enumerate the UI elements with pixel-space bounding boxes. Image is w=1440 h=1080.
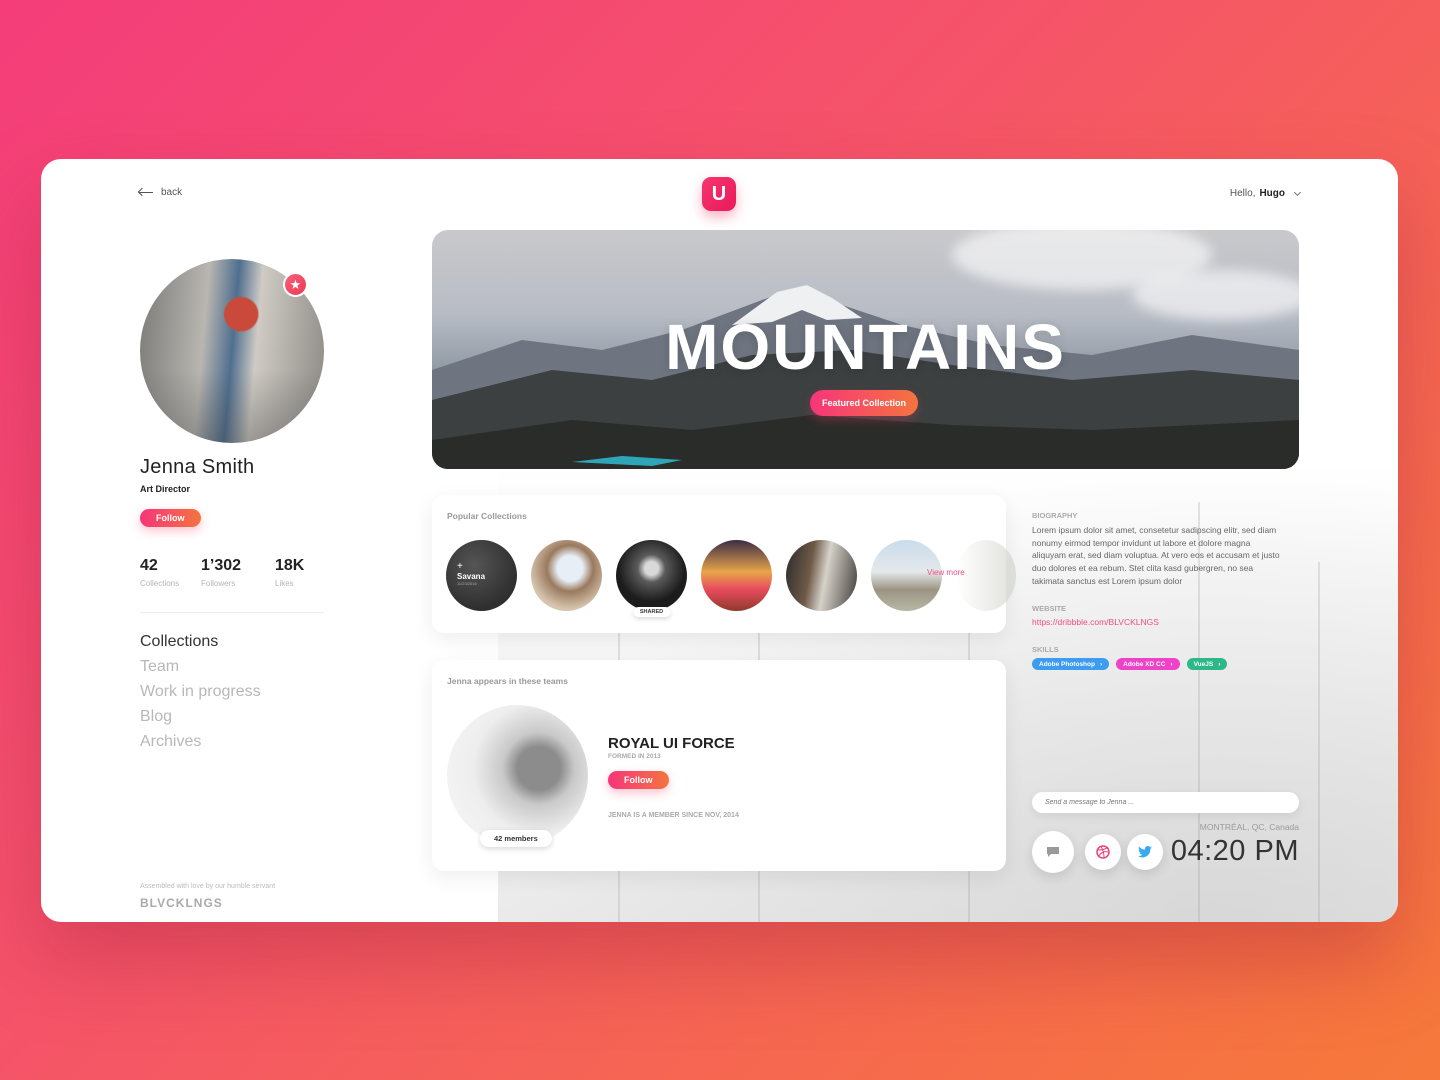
members-badge: 42 members [480,830,552,847]
collection-thumb[interactable]: SHARED [616,540,687,617]
twitter-icon [1138,846,1152,858]
card-title: Popular Collections [447,511,527,521]
chevron-right-icon: › [1099,660,1103,668]
follow-button[interactable]: Follow [140,509,201,527]
hero-banner[interactable]: MOUNTAINS Featured Collection [432,230,1299,469]
nav-item-archives[interactable]: Archives [140,733,261,758]
stat-value: 1’302 [201,557,242,574]
tree-silhouette [1318,562,1320,922]
chat-icon [1047,847,1059,857]
dribbble-icon [1096,845,1110,859]
stat-label: Followers [201,579,236,588]
skill-tag[interactable]: Adobe XD CC › [1116,658,1180,670]
skills-label: SKILLS [1032,645,1059,654]
team-formed: FORMED IN 2013 [608,753,661,760]
chevron-right-icon: › [1218,660,1221,668]
stat-value: 18K [275,557,305,574]
stat-label: Collections [140,579,180,588]
popular-collections-card: Popular Collections + Savana 11/23/2016 … [432,495,1016,633]
divider [140,612,324,613]
arrow-left-icon [139,192,153,193]
skill-name: Adobe Photoshop [1039,660,1095,668]
nav-item-blog[interactable]: Blog [140,708,261,733]
nav-item-collections[interactable]: Collections [140,633,261,658]
profile-role: Art Director [140,484,191,494]
profile-stats: 42 Collections 1’302 Followers 18K Likes [140,557,304,588]
collection-thumb-faded [956,540,1016,611]
shared-badge: SHARED [632,607,671,617]
stat-value: 42 [140,557,158,574]
profile-nav: Collections Team Work in progress Blog A… [140,633,261,758]
collection-date: 11/23/2016 [457,581,477,586]
featured-collection-button[interactable]: Featured Collection [810,390,919,416]
message-input[interactable] [1032,792,1299,813]
profile-avatar-wrap: ★ [140,259,324,443]
collection-thumb[interactable] [701,540,772,611]
collection-savana[interactable]: + Savana 11/23/2016 [446,540,517,611]
location: MONTRÉAL, QC, Canada [1199,822,1299,832]
collection-thumb[interactable] [531,540,602,611]
stat-collections[interactable]: 42 Collections [140,557,187,588]
skill-name: VueJS [1193,660,1214,668]
website-link[interactable]: https://dribbble.com/BLVCKLNGS [1032,617,1159,627]
view-more-link[interactable]: View more [927,568,965,577]
skill-tag[interactable]: Adobe Photoshop › [1032,658,1110,670]
twitter-button[interactable] [1127,834,1163,870]
card-title: Jenna appears in these teams [447,676,568,686]
greeting: Hello, [1229,188,1256,199]
chat-button[interactable] [1032,831,1074,873]
teams-card: Jenna appears in these teams 42 members … [432,660,1006,871]
stat-likes[interactable]: 18K Likes [275,557,304,588]
team-follow-button[interactable]: Follow [608,771,669,789]
local-time: 04:20 PM [1170,835,1299,867]
user-menu[interactable]: Hello, Hugo [1229,188,1302,199]
dribbble-button[interactable] [1085,834,1121,870]
skills-list: Adobe Photoshop › Adobe XD CC › VueJS › [1032,658,1228,670]
logo-letter: U [711,182,727,205]
biography-text: Lorem ipsum dolor sit amet, consetetur s… [1032,525,1280,586]
user-name: Hugo [1259,188,1285,199]
profile-name: Jenna Smith [140,456,255,478]
nav-item-team[interactable]: Team [140,658,261,683]
chevron-right-icon: › [1170,660,1173,668]
brand-logo: BLVCKLNGS [140,896,223,910]
back-label: back [161,187,183,198]
member-since: JENNA IS A MEMBER SINCE NOV, 2014 [608,812,739,819]
star-icon: ★ [283,272,308,297]
team-name[interactable]: ROYAL UI FORCE [608,735,735,752]
collection-caption: + Savana 11/23/2016 [457,561,486,587]
profile-window: back U Hello, Hugo ★ Jenna Smith Art Dir… [41,159,1398,922]
biography-label: BIOGRAPHY [1032,511,1078,520]
collection-name: Savana [457,572,486,581]
team-avatar[interactable] [447,705,588,846]
website-label: WEBSITE [1032,604,1067,613]
skill-name: Adobe XD CC [1123,660,1166,668]
back-link[interactable]: back [139,187,182,198]
app-logo[interactable]: U [702,177,736,211]
hero-title: MOUNTAINS [665,311,1066,383]
nav-item-work-in-progress[interactable]: Work in progress [140,683,261,708]
collection-thumb[interactable] [786,540,857,611]
skill-tag[interactable]: VueJS › [1186,658,1228,670]
stat-followers[interactable]: 1’302 Followers [201,557,261,588]
stat-label: Likes [275,579,294,588]
plus-icon: + [457,561,463,572]
footer-note: Assembled with love by our humble servan… [140,883,276,890]
chevron-down-icon [1293,188,1302,196]
